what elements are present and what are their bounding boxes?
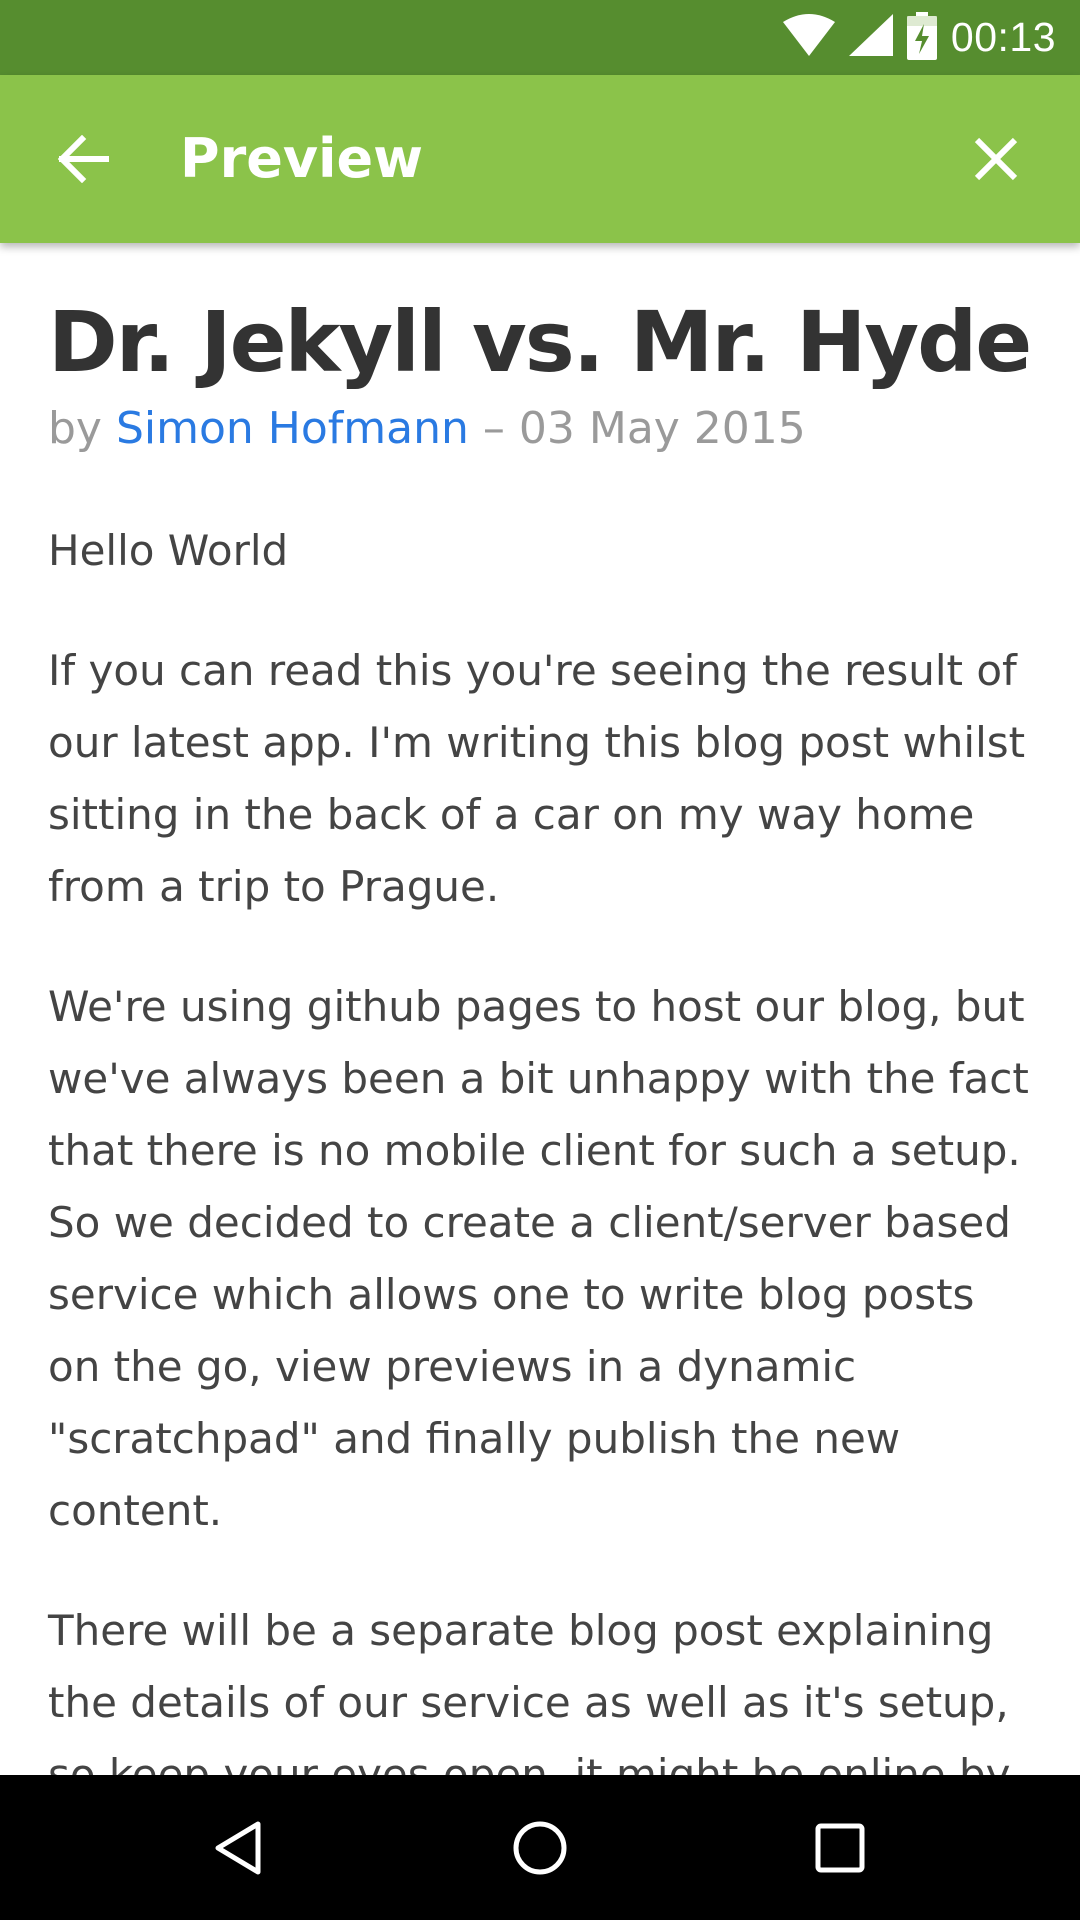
post-meta: by Simon Hofmann – 03 May 2015 — [48, 403, 806, 454]
nav-back-button[interactable] — [168, 1775, 312, 1920]
status-icons: 00:13 — [782, 0, 1056, 75]
app-bar-title: Preview — [180, 127, 424, 190]
wifi-icon — [782, 13, 835, 62]
post-paragraph: There will be a separate blog post expla… — [48, 1606, 1011, 1775]
post-paragraph: We're using github pages to host our blo… — [48, 982, 1029, 1535]
back-button[interactable] — [36, 111, 132, 207]
navigation-bar — [0, 1775, 1080, 1920]
post-content[interactable]: Dr. Jekyll vs. Mr. Hyde by Simon Hofmann… — [0, 243, 1080, 1775]
post-meta-separator: – — [482, 403, 505, 454]
cell-signal-icon — [848, 13, 893, 62]
post-paragraph: Hello World — [48, 526, 289, 575]
close-button[interactable] — [948, 111, 1044, 207]
post-date: 03 May 2015 — [518, 403, 806, 454]
recents-square-icon — [815, 1823, 865, 1872]
post-title: Dr. Jekyll vs. Mr. Hyde — [48, 293, 1032, 391]
status-bar: 00:13 — [0, 0, 1080, 75]
back-triangle-icon — [215, 1821, 261, 1874]
post-paragraph: If you can read this you're seeing the r… — [48, 646, 1026, 911]
home-circle-icon — [513, 1821, 567, 1874]
status-time: 00:13 — [950, 14, 1056, 60]
post-author-link[interactable]: Simon Hofmann — [116, 403, 469, 454]
post-by-label: by — [48, 403, 102, 454]
arrow-left-icon — [58, 135, 109, 183]
close-icon — [974, 137, 1018, 181]
app-bar: Preview — [0, 75, 1080, 243]
nav-home-button[interactable] — [468, 1775, 612, 1920]
nav-recents-button[interactable] — [768, 1775, 912, 1920]
battery-charging-icon — [906, 11, 937, 64]
post-body: Hello World If you can read this you're … — [48, 515, 1038, 1775]
